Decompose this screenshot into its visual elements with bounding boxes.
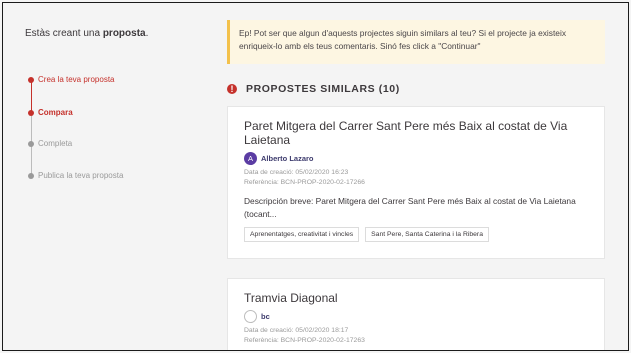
intro-bold: proposta: [102, 28, 146, 39]
proposal-reference: Referència: BCN-PROP-2020-02-17263: [244, 337, 365, 344]
page-frame: Estàs creant una proposta. Crea la teva …: [2, 2, 629, 351]
proposal-title[interactable]: Paret Mitgera del Carrer Sant Pere més B…: [244, 119, 588, 147]
author-name[interactable]: Alberto Lazaro: [261, 154, 314, 163]
proposal-description: Descripción breve: Paret Mitgera del Car…: [244, 196, 576, 219]
alert-circle-icon: !: [227, 84, 237, 94]
proposal-title[interactable]: Tramvia Diagonal: [244, 291, 588, 305]
author-name[interactable]: bc: [261, 312, 270, 321]
step-label: Compara: [38, 108, 73, 117]
step-label: Crea la teva proposta: [38, 75, 115, 84]
notice-text: Ep! Pot ser que algun d'aquests projecte…: [239, 28, 567, 51]
creation-intro: Estàs creant una proposta.: [25, 28, 148, 39]
proposal-reference: Referència: BCN-PROP-2020-02-17266: [244, 179, 365, 186]
tag-district[interactable]: Sant Pere, Santa Caterina i la Ribera: [365, 227, 489, 242]
creation-date: Data de creació: 05/02/2020 16:23: [244, 169, 349, 176]
proposal-author: bc: [244, 310, 588, 323]
creation-date: Data de creació: 05/02/2020 18:17: [244, 327, 349, 334]
avatar: [244, 310, 257, 323]
step-label: Completa: [38, 139, 73, 148]
step-label: Publica la teva proposta: [38, 171, 124, 180]
tag-category[interactable]: Aprenentatges, creativitat i vincles: [244, 227, 360, 242]
intro-suffix: .: [145, 28, 149, 39]
proposal-card[interactable]: Paret Mitgera del Carrer Sant Pere més B…: [227, 106, 605, 259]
intro-prefix: Estàs creant una: [25, 28, 103, 39]
avatar: A: [244, 152, 257, 165]
section-title: PROPOSTES SIMILARS (10): [246, 83, 400, 95]
proposal-card[interactable]: Tramvia Diagonal bc Data de creació: 05/…: [227, 278, 605, 350]
step-dot-icon: [28, 110, 34, 116]
steps-progress-line: [31, 81, 32, 113]
similar-section-heading: ! PROPOSTES SIMILARS (10): [227, 83, 400, 95]
step-dot-icon: [28, 77, 34, 83]
step-dot-icon: [28, 141, 34, 147]
step-dot-icon: [28, 173, 34, 179]
similar-notice: Ep! Pot ser que algun d'aquests projecte…: [227, 20, 605, 64]
proposal-author: A Alberto Lazaro: [244, 152, 588, 165]
sidebar: Estàs creant una proposta. Crea la teva …: [3, 3, 198, 350]
proposal-tags: Aprenentatges, creativitat i vincles San…: [244, 227, 588, 242]
